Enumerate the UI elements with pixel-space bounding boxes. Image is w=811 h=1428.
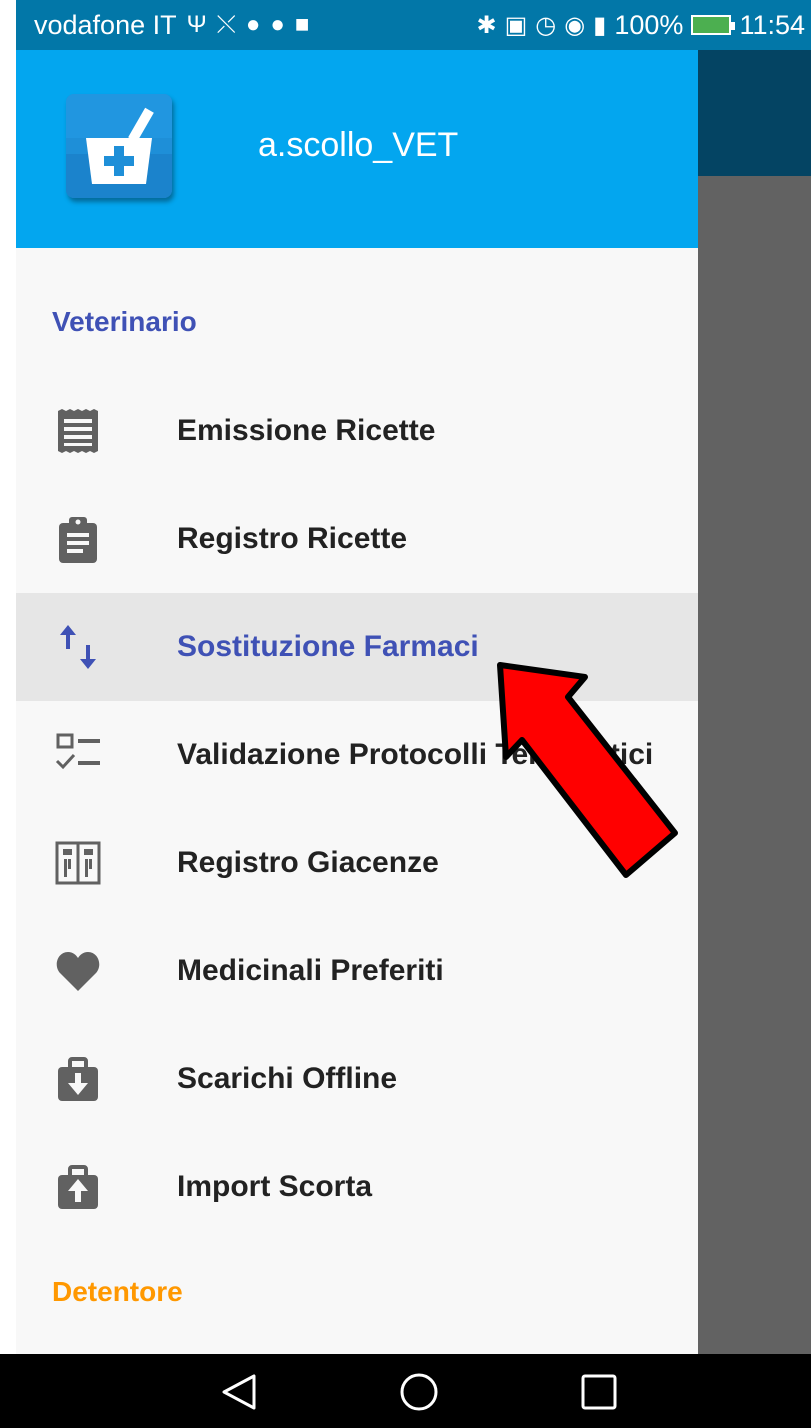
signal-icon: ▮ bbox=[593, 11, 607, 39]
menu-item-label: Emissione Ricette bbox=[177, 414, 436, 447]
back-icon[interactable] bbox=[218, 1370, 262, 1414]
menu-item-label: Sostituzione Farmaci bbox=[177, 630, 479, 663]
nfc-icon: ▣ bbox=[504, 11, 528, 39]
section-title-detentore: Detentore bbox=[52, 1276, 183, 1307]
eye-icon: ◉ bbox=[564, 11, 586, 39]
clipboard-icon bbox=[59, 517, 97, 563]
receipt-icon bbox=[58, 409, 98, 453]
alarm-icon: ◷ bbox=[535, 11, 557, 39]
menu-item-label: Import Scorta bbox=[177, 1170, 373, 1203]
menu-item-medicinali-preferiti[interactable]: Medicinali Preferiti bbox=[16, 917, 698, 1025]
battery-percent: 100% bbox=[614, 9, 684, 40]
swap-vertical-icon bbox=[60, 625, 96, 669]
menu-item-label: Scarichi Offline bbox=[177, 1062, 398, 1095]
home-icon[interactable] bbox=[397, 1370, 441, 1414]
system-navigation-bar bbox=[0, 1354, 811, 1428]
briefcase-upload-icon bbox=[58, 1165, 98, 1209]
chat-icon: ● bbox=[270, 11, 285, 38]
app-icon: ● bbox=[245, 11, 261, 38]
drawer-header: a.scollo_VET bbox=[16, 50, 698, 248]
missed-call-icon: ⤬ bbox=[216, 11, 236, 38]
menu-item-import-scorta[interactable]: Import Scorta bbox=[16, 1133, 698, 1241]
menu-item-emissione-ricette[interactable]: Emissione Ricette bbox=[16, 377, 698, 485]
menu-item-label: Registro Giacenze bbox=[177, 846, 439, 879]
bluetooth-icon: ✱ bbox=[476, 11, 497, 39]
usb-icon: Ψ bbox=[186, 11, 207, 38]
recents-icon[interactable] bbox=[577, 1370, 621, 1414]
inventory-icon bbox=[55, 841, 101, 885]
clock: 11:54 bbox=[739, 9, 805, 40]
menu-item-registro-ricette[interactable]: Registro Ricette bbox=[16, 485, 698, 593]
menu-item-scarichi-offline[interactable]: Scarichi Offline bbox=[16, 1025, 698, 1133]
section-title-veterinario: Veterinario bbox=[52, 306, 197, 337]
battery-icon bbox=[691, 15, 736, 35]
briefcase-download-icon bbox=[58, 1057, 98, 1101]
heart-icon bbox=[56, 952, 100, 991]
status-bar: vodafone IT Ψ ⤬ ● ● ■ ✱ ▣ ◷ ◉ ▮ 100% 11:… bbox=[16, 0, 811, 50]
username: a.scollo_VET bbox=[258, 126, 459, 164]
app-logo-icon bbox=[66, 94, 172, 198]
checklist-icon bbox=[55, 733, 100, 770]
menu-item-label: Registro Ricette bbox=[177, 522, 408, 555]
screen-edge bbox=[0, 0, 16, 1354]
annotation-arrow-icon bbox=[497, 662, 678, 878]
facebook-icon: ■ bbox=[294, 11, 310, 38]
drawer-scrim[interactable] bbox=[698, 176, 811, 1354]
carrier-name: vodafone IT bbox=[34, 9, 177, 40]
menu-item-label: Medicinali Preferiti bbox=[177, 954, 444, 987]
background-app-toolbar bbox=[698, 50, 811, 176]
